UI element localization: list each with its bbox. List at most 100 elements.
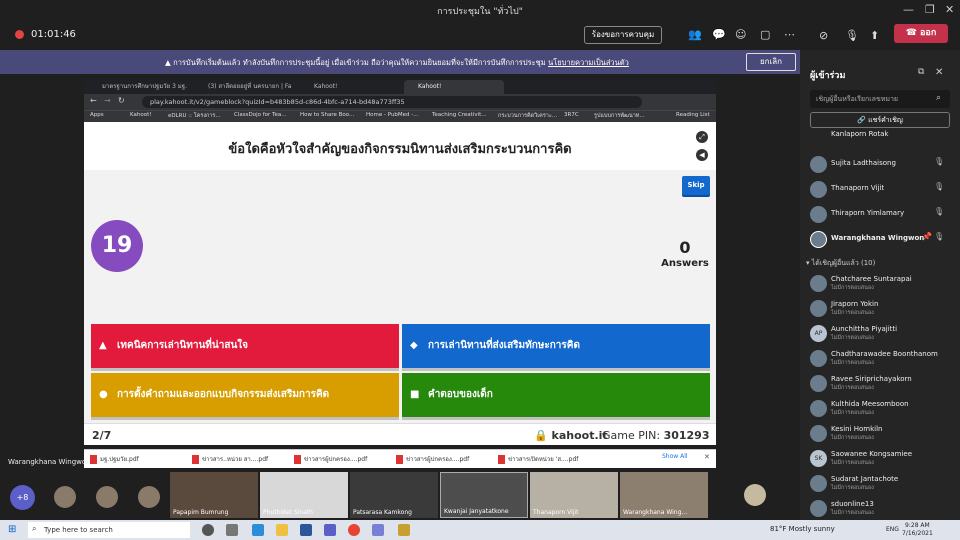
bookmark-item[interactable]: Home - PubMed -...: [366, 112, 419, 118]
pin-icon[interactable]: 📌: [922, 232, 932, 241]
leave-button[interactable]: ☎ ออก: [894, 24, 948, 43]
reload-icon[interactable]: ↻: [118, 96, 125, 105]
cortana-icon[interactable]: [202, 524, 214, 536]
answer-text: การเล่านิทานที่ส่งเสริมทักษะการคิด: [428, 340, 580, 351]
show-all-link[interactable]: Show All: [662, 453, 688, 460]
maximize-icon[interactable]: ❐: [925, 3, 935, 16]
participant-row[interactable]: Chatcharee Suntarapai ไม่มีการตอบสนอง: [810, 273, 955, 293]
request-control-button[interactable]: ร้องขอการควบคุม: [584, 26, 662, 44]
avatar: SK: [810, 450, 827, 467]
fullscreen-icon[interactable]: ⤢: [696, 131, 708, 143]
url-field[interactable]: play.kahoot.it/v2/gameblock?quizId=b483b…: [142, 96, 642, 108]
camera-off-icon[interactable]: ⊘: [819, 29, 828, 42]
download-item[interactable]: ข่าวสารเปิดหน่วย 'ส....pdf: [498, 454, 578, 464]
popout-icon[interactable]: ⧉: [918, 67, 924, 77]
bookmark-item[interactable]: How to Share Boo...: [300, 112, 354, 118]
share-invite-button[interactable]: 🔗 แชร์คำเชิญ: [810, 112, 950, 128]
meeting-controls: 01:01:46 ร้องขอการควบคุม 👥 💬 ☺ ▢ ⋯: [0, 20, 800, 50]
participant-row[interactable]: Ravee Siriprichayakorn ไม่มีการตอบสนอง: [810, 373, 955, 393]
rooms-icon[interactable]: ▢: [760, 28, 770, 41]
bookmark-item[interactable]: กระบวนการคิดวิเคราะ...: [498, 112, 557, 120]
answer-option-yellow[interactable]: ● การตั้งคำถามและออกแบบกิจกรรมส่งเสริมกา…: [91, 373, 399, 417]
teams-icon[interactable]: [324, 524, 336, 536]
participant-row[interactable]: Kulthida Meesomboon ไม่มีการตอบสนอง: [810, 398, 955, 418]
video-tile[interactable]: Thanaporn Vijit: [530, 472, 618, 518]
browser-tab[interactable]: (3) สาลีดอยอยู่ที่ นครนายก | Fa: [194, 80, 298, 94]
download-name: ข่าวสารเปิดหน่วย 'ส....pdf: [508, 456, 579, 463]
video-tile[interactable]: Papapim Bumrung: [170, 472, 258, 518]
participant-row[interactable]: Kesini Homkiln ไม่มีการตอบสนอง: [810, 423, 955, 443]
file-explorer-icon[interactable]: [276, 524, 288, 536]
download-name: ข่าวสารผู้ปกครอง....pdf: [406, 456, 470, 463]
system-clock[interactable]: 9:28 AM 7/16/2021: [902, 522, 933, 538]
windows-start-icon[interactable]: ⊞: [8, 524, 16, 535]
back-icon[interactable]: ←: [90, 96, 97, 105]
forward-icon[interactable]: →: [104, 96, 111, 105]
app-icon[interactable]: [398, 524, 410, 536]
participant-row[interactable]: Sujita Ladthaisong 🎙: [810, 154, 955, 174]
taskbar-search[interactable]: Type here to search: [28, 522, 190, 538]
bookmark-item[interactable]: ClassDojo for Tea...: [234, 112, 286, 118]
chrome-icon[interactable]: [348, 524, 360, 536]
video-tile[interactable]: Kwanjai Janyatatkone: [440, 472, 528, 518]
video-tile[interactable]: Patsarasa Kamkong: [350, 472, 438, 518]
word-icon[interactable]: [300, 524, 312, 536]
teams-meeting-icon[interactable]: [372, 524, 384, 536]
participant-row[interactable]: sduonline13 ไม่มีการตอบสนอง: [810, 498, 955, 518]
video-tile[interactable]: Warangkhana Wing...: [620, 472, 708, 518]
bookmark-item[interactable]: Reading List: [676, 112, 710, 118]
bookmark-item[interactable]: eDLRU :: โครงการ...: [168, 112, 221, 120]
language-indicator[interactable]: ENG: [886, 526, 899, 533]
reactions-icon[interactable]: ☺: [735, 28, 746, 41]
video-tile[interactable]: Phuthidet Sinath: [260, 472, 348, 518]
close-downloads-icon[interactable]: ✕: [704, 453, 710, 461]
sound-icon[interactable]: ◀: [696, 149, 708, 161]
participant-row[interactable]: Jiraporn Yokin ไม่มีการตอบสนอง: [810, 298, 955, 318]
participant-name: Ravee Siriprichayakorn: [831, 375, 912, 383]
edge-icon[interactable]: [252, 524, 264, 536]
bookmark-item[interactable]: Apps: [90, 112, 104, 118]
download-item[interactable]: ข่าวสารผู้ปกครอง....pdf: [396, 454, 469, 464]
participant-row[interactable]: Sudarat Jantachote ไม่มีการตอบสนอง: [810, 473, 955, 493]
mic-off-icon[interactable]: 🎙: [845, 29, 859, 42]
minimize-icon[interactable]: —: [903, 3, 914, 16]
triangle-icon: ▲: [99, 340, 107, 351]
skip-button[interactable]: Skip: [682, 176, 710, 195]
download-item[interactable]: ข่าวสารผู้ปกครอง....pdf: [294, 454, 367, 464]
participant-row[interactable]: Kanlaporn Rotak: [810, 130, 955, 142]
address-bar: ← → ↻ play.kahoot.it/v2/gameblock?quizId…: [84, 94, 716, 110]
participant-row[interactable]: AP Aunchittha Piyajitti ไม่มีการตอบสนอง: [810, 323, 955, 343]
weather-widget[interactable]: 81°F Mostly sunny: [770, 525, 835, 533]
answer-option-red[interactable]: ▲ เทคนิคการเล่านิทานที่น่าสนใจ: [91, 324, 399, 368]
close-window-icon[interactable]: ✕: [945, 3, 954, 16]
answer-option-blue[interactable]: ◆ การเล่านิทานที่ส่งเสริมทักษะการคิด: [402, 324, 710, 368]
download-item[interactable]: มฐ.ปฐมวัย.pdf: [90, 454, 139, 464]
answer-option-green[interactable]: ■ คำตอบของเด็ก: [402, 373, 710, 417]
bookmark-item[interactable]: รูปแบบการพัฒนาท...: [594, 112, 645, 120]
participant-row[interactable]: Chadtharawadee Boonthanom ไม่มีการตอบสนอ…: [810, 348, 955, 368]
participant-row-self[interactable]: Warangkhana Wingwon 📌 🎙: [810, 229, 955, 249]
more-participants-button[interactable]: +8: [10, 485, 35, 510]
invited-section-header[interactable]: ▾ ได้เชิญผู้อื่นแล้ว (10): [806, 258, 875, 269]
browser-tab[interactable]: มาตรฐานการศึกษาปฐมวัย 3 มฐ.: [88, 80, 192, 94]
dismiss-notice-button[interactable]: ยกเลิก: [746, 53, 796, 71]
chat-icon[interactable]: 💬: [712, 28, 726, 41]
invite-search-input[interactable]: เชิญผู้อื่นหรือเรียกเลขหมาย: [810, 90, 950, 108]
participant-row[interactable]: Thiraporn Yimlamary 🎙: [810, 204, 955, 224]
more-options-icon[interactable]: ⋯: [784, 28, 795, 41]
browser-tab[interactable]: Kahoot!: [300, 80, 400, 94]
task-view-icon[interactable]: [226, 524, 238, 536]
kahoot-body: Skip 19 0 Answers ▲ เทคนิคการเล่านิทานที…: [84, 170, 716, 445]
bookmark-item[interactable]: 3R7C: [564, 112, 579, 118]
share-screen-icon[interactable]: ⬆: [870, 29, 879, 42]
download-item[interactable]: ข่าวสาร..หน่วย สา....pdf: [192, 454, 268, 464]
close-panel-icon[interactable]: ✕: [935, 67, 943, 78]
bookmark-item[interactable]: Kahoot!: [130, 112, 151, 118]
bookmark-item[interactable]: Teaching Creativit...: [432, 112, 487, 118]
browser-tab-active[interactable]: Kahoot!: [404, 80, 504, 94]
privacy-link[interactable]: นโยบายความเป็นส่วนตัว: [548, 58, 629, 67]
participant-row[interactable]: Thanaporn Vijit 🎙: [810, 179, 955, 199]
video-name: Kwanjai Janyatatkone: [444, 508, 509, 515]
participants-icon[interactable]: 👥: [688, 28, 702, 41]
participant-row[interactable]: SK Saowanee Kongsamiee ไม่มีการตอบสนอง: [810, 448, 955, 468]
